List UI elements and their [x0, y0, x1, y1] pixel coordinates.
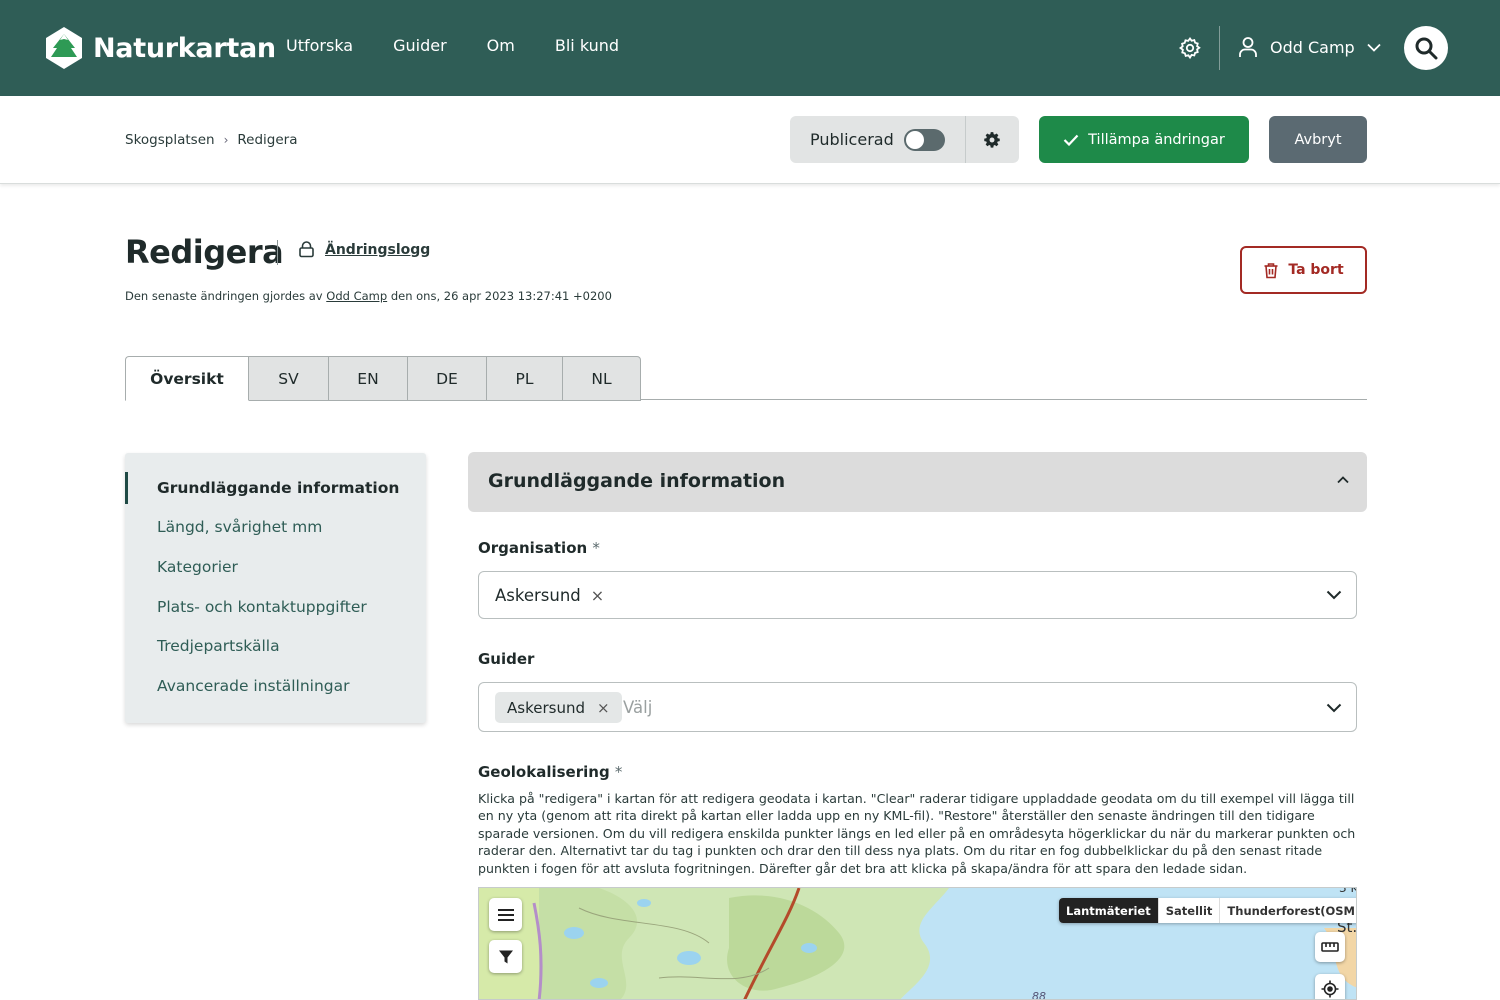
nav-guider[interactable]: Guider — [393, 36, 447, 55]
top-navigation-bar: Naturkartan Utforska Guider Om Bli kund … — [0, 0, 1500, 96]
active-indicator — [125, 472, 128, 504]
geolokalisering-description: Klicka på "redigera" i kartan för att re… — [478, 791, 1356, 876]
tab-sv[interactable]: SV — [249, 356, 329, 401]
delete-label: Ta bort — [1288, 262, 1344, 278]
apply-changes-button[interactable]: Tillämpa ändringar — [1039, 116, 1249, 163]
tab-oversikt[interactable]: Översikt — [125, 356, 249, 401]
breadcrumb-skogsplatsen[interactable]: Skogsplatsen — [125, 132, 215, 148]
tab-de[interactable]: DE — [408, 356, 487, 401]
map-label-3k: 3 K — [1339, 888, 1357, 895]
organisation-required-mark: * — [592, 539, 600, 557]
header-divider — [1219, 26, 1220, 70]
chevron-down-icon — [1367, 43, 1381, 52]
cancel-label: Avbryt — [1294, 131, 1342, 148]
chevron-down-icon — [1326, 590, 1342, 600]
publish-control: Publicerad — [790, 116, 1019, 163]
tab-nl[interactable]: NL — [563, 356, 641, 401]
layer-thunderforest[interactable]: Thunderforest(OSM) — [1219, 898, 1356, 923]
hamburger-icon — [497, 908, 514, 921]
changelog-label: Ändringslogg — [325, 241, 431, 258]
chevron-up-icon — [1337, 476, 1349, 484]
user-icon — [1239, 37, 1257, 57]
organisation-value-text: Askersund — [495, 586, 581, 605]
checkmark-icon — [1063, 134, 1079, 146]
breadcrumb: Skogsplatsen › Redigera — [125, 132, 297, 148]
title-divider — [277, 240, 278, 265]
sidebar-item-grundlaggande[interactable]: Grundläggande information — [157, 479, 399, 497]
organisation-label: Organisation * — [478, 539, 600, 557]
last-change-prefix: Den senaste ändringen gjordes av — [125, 289, 323, 303]
user-menu[interactable]: Odd Camp — [1238, 36, 1381, 58]
map-menu-button[interactable] — [489, 898, 522, 931]
trash-icon — [1264, 262, 1278, 278]
locate-icon — [1321, 980, 1339, 998]
last-change-info: Den senaste ändringen gjordes av Odd Cam… — [125, 289, 612, 303]
nav-utforska[interactable]: Utforska — [286, 36, 353, 55]
user-name: Odd Camp — [1270, 37, 1355, 57]
section-sidebar: Grundläggande information Längd, svårigh… — [125, 453, 426, 723]
search-icon — [1415, 37, 1438, 60]
cancel-button[interactable]: Avbryt — [1269, 116, 1367, 163]
guider-label: Guider — [478, 650, 535, 668]
organisation-clear-icon[interactable]: × — [591, 586, 604, 605]
language-tabs: Översikt SV EN DE PL NL — [125, 356, 641, 401]
ruler-icon — [1321, 942, 1339, 952]
mountain-logo-icon — [46, 27, 82, 69]
guider-select[interactable]: Askersund × Välj — [478, 682, 1357, 732]
filter-icon — [498, 950, 513, 963]
layer-satellit[interactable]: Satellit — [1157, 898, 1220, 923]
geolokalisering-label-text: Geolokalisering — [478, 763, 610, 781]
breadcrumb-redigera: Redigera — [237, 132, 298, 148]
published-label: Publicerad — [810, 130, 894, 149]
geolokalisering-label: Geolokalisering * — [478, 763, 622, 781]
sidebar-item-langd[interactable]: Längd, svårighet mm — [157, 518, 322, 536]
organisation-select[interactable]: Askersund × — [478, 571, 1357, 619]
brand-logo[interactable]: Naturkartan — [44, 26, 276, 70]
chevron-down-icon — [1326, 703, 1342, 713]
tab-en[interactable]: EN — [329, 356, 408, 401]
changelog-link[interactable]: Ändringslogg — [298, 241, 430, 258]
last-change-user-link[interactable]: Odd Camp — [326, 289, 387, 303]
guider-placeholder: Välj — [623, 698, 653, 717]
map-measure-button[interactable] — [1315, 932, 1345, 962]
cog-icon — [984, 131, 1000, 148]
organisation-label-text: Organisation — [478, 539, 588, 557]
sidebar-item-avancerade[interactable]: Avancerade inställningar — [157, 677, 349, 695]
layer-lantmateriet[interactable]: Lantmäteriet — [1059, 898, 1158, 923]
sidebar-item-tredjepart[interactable]: Tredjepartskälla — [157, 637, 280, 655]
geo-map[interactable]: St. F 3 K 88 Lantmäteriet Satellit Thund… — [478, 887, 1357, 1000]
map-locate-button[interactable] — [1315, 974, 1345, 999]
publish-settings-button[interactable] — [966, 116, 1019, 163]
tabs-baseline — [640, 399, 1367, 400]
published-toggle[interactable] — [903, 128, 945, 151]
guider-chip-remove-icon[interactable]: × — [597, 699, 610, 717]
apply-changes-label: Tillämpa ändringar — [1088, 131, 1225, 148]
sidebar-item-plats[interactable]: Plats- och kontaktuppgifter — [157, 598, 367, 616]
settings-gear-icon[interactable] — [1178, 36, 1202, 60]
sidebar-item-kategorier[interactable]: Kategorier — [157, 558, 238, 576]
last-change-suffix: den ons, 26 apr 2023 13:27:41 +0200 — [390, 289, 612, 303]
map-label-88: 88 — [1032, 990, 1046, 1000]
section-title: Grundläggande information — [488, 470, 786, 492]
toggle-knob — [905, 130, 924, 149]
search-button[interactable] — [1404, 26, 1448, 70]
main-nav: Utforska Guider Om Bli kund — [286, 36, 659, 55]
map-filter-button[interactable] — [489, 940, 522, 973]
tab-pl[interactable]: PL — [487, 356, 563, 401]
page-title: Redigera — [125, 233, 284, 271]
nav-bli-kund[interactable]: Bli kund — [555, 36, 619, 55]
organisation-value: Askersund × — [495, 586, 604, 605]
breadcrumb-separator-icon: › — [223, 133, 229, 147]
guider-chip-text: Askersund — [507, 698, 585, 717]
lock-icon — [299, 241, 314, 258]
map-layer-switcher: Lantmäteriet Satellit Thunderforest(OSM) — [1059, 898, 1356, 923]
edit-action-bar: Skogsplatsen › Redigera Publicerad Tillä… — [0, 96, 1500, 184]
nav-om[interactable]: Om — [487, 36, 515, 55]
geolokalisering-required-mark: * — [614, 763, 623, 781]
delete-button[interactable]: Ta bort — [1240, 246, 1367, 294]
guider-chip: Askersund × — [495, 692, 622, 723]
section-header-grundlaggande[interactable]: Grundläggande information — [468, 452, 1367, 512]
brand-name: Naturkartan — [93, 32, 276, 64]
